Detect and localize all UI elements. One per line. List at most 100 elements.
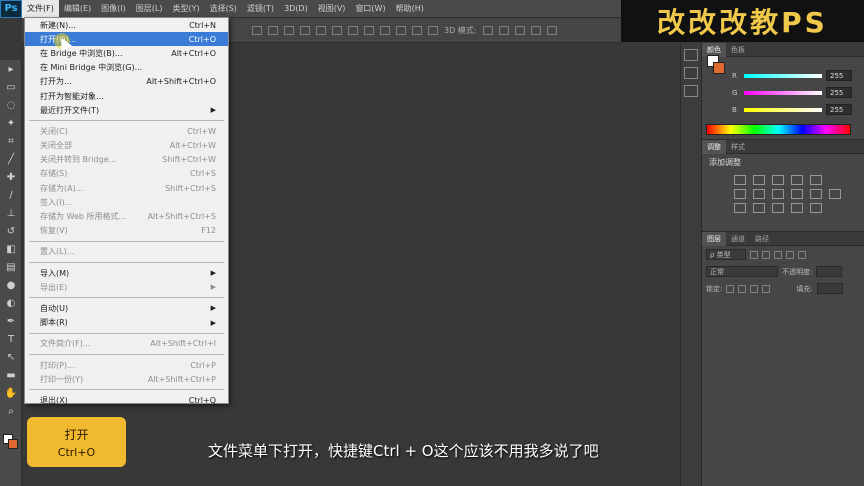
menu-item[interactable]: 编辑(E) (59, 0, 96, 18)
file-menu-item[interactable]: 打印一份(Y) Alt+Shift+Ctrl+P (25, 372, 228, 386)
align-middle-icon[interactable] (268, 25, 278, 35)
red-channel-value[interactable]: 255 (826, 70, 852, 81)
shape-tool-icon[interactable]: ▬ (0, 366, 22, 384)
file-menu-item[interactable]: 签入(I)... (25, 195, 228, 209)
file-menu-item[interactable]: 在 Mini Bridge 中浏览(G)... (25, 61, 228, 75)
properties-panel-icon[interactable] (684, 67, 698, 79)
file-menu-item[interactable]: 存储为 Web 所用格式... Alt+Shift+Ctrl+S (25, 209, 228, 223)
file-menu-item[interactable]: 最近打开文件(T) ▶ (25, 103, 228, 117)
filter-shape-icon[interactable] (786, 250, 794, 259)
distribute-right-icon[interactable] (428, 25, 438, 35)
align-bottom-icon[interactable] (284, 25, 294, 35)
file-menu-item[interactable]: 关闭全部 Alt+Ctrl+W (25, 139, 228, 153)
marquee-tool-icon[interactable]: ▭ (0, 78, 22, 96)
blue-channel-value[interactable]: 255 (826, 104, 852, 115)
lock-transparent-icon[interactable] (726, 284, 735, 293)
file-menu-item[interactable]: 打印(P)... Ctrl+P (25, 358, 228, 372)
blur-tool-icon[interactable]: ● (0, 276, 22, 294)
fill-input[interactable] (816, 283, 843, 294)
tab-channels[interactable]: 通道 (726, 232, 750, 246)
file-menu-item[interactable]: 文件简介(F)... Alt+Shift+Ctrl+I (25, 337, 228, 351)
menu-item[interactable]: 图像(I) (96, 0, 131, 18)
3d-scale-icon[interactable] (546, 25, 557, 35)
menu-item[interactable]: 滤镜(T) (242, 0, 279, 18)
menu-item[interactable]: 3D(D) (279, 0, 313, 18)
align-top-icon[interactable] (252, 25, 262, 35)
eraser-tool-icon[interactable]: ◧ (0, 240, 22, 258)
file-menu-item[interactable]: 打开为... Alt+Shift+Ctrl+O (25, 75, 228, 89)
black-white-icon[interactable] (772, 189, 784, 199)
file-menu-item[interactable]: 脚本(R) ▶ (25, 316, 228, 330)
tab-styles[interactable]: 样式 (726, 140, 750, 154)
levels-icon[interactable] (753, 175, 765, 185)
green-channel-value[interactable]: 255 (826, 87, 852, 98)
brightness-contrast-icon[interactable] (734, 175, 746, 185)
move-tool-icon[interactable]: ▸ (0, 60, 22, 78)
color-spectrum-ramp[interactable] (706, 124, 851, 135)
background-color-swatch[interactable] (8, 439, 18, 449)
menu-item[interactable]: 图层(L) (131, 0, 168, 18)
selective-color-icon[interactable] (791, 203, 803, 213)
distribute-left-icon[interactable] (396, 25, 406, 35)
menu-item[interactable]: 选择(S) (205, 0, 242, 18)
history-panel-icon[interactable] (684, 49, 698, 61)
crop-tool-icon[interactable]: ⌗ (0, 132, 22, 150)
color-panel-background-swatch[interactable] (713, 62, 725, 74)
distribute-bottom-icon[interactable] (380, 25, 390, 35)
file-menu-item[interactable]: 关闭(C) Ctrl+W (25, 124, 228, 138)
tab-adjustments[interactable]: 调整 (702, 139, 726, 154)
menu-item[interactable]: 文件(F) (22, 0, 59, 18)
posterize-icon[interactable] (753, 203, 765, 213)
menu-item[interactable]: 帮助(H) (391, 0, 429, 18)
filter-smart-object-icon[interactable] (798, 250, 806, 259)
invert-icon[interactable] (734, 203, 746, 213)
threshold-icon[interactable] (772, 203, 784, 213)
type-tool-icon[interactable]: T (0, 330, 22, 348)
zoom-tool-icon[interactable]: ⌕ (0, 402, 22, 420)
curves-icon[interactable] (772, 175, 784, 185)
file-menu-item[interactable]: 存储(S) Ctrl+S (25, 167, 228, 181)
pen-tool-icon[interactable]: ✒ (0, 312, 22, 330)
3d-pan-icon[interactable] (514, 25, 525, 35)
3d-roll-icon[interactable] (498, 25, 509, 35)
healing-brush-tool-icon[interactable]: ✚ (0, 168, 22, 186)
file-menu-item[interactable]: 关闭并转到 Bridge... Shift+Ctrl+W (25, 153, 228, 167)
menu-item[interactable]: 视图(V) (313, 0, 351, 18)
red-channel-slider[interactable] (744, 73, 822, 78)
blue-channel-slider[interactable] (744, 107, 822, 112)
info-panel-icon[interactable] (684, 85, 698, 97)
tab-paths[interactable]: 路径 (750, 232, 774, 246)
dodge-tool-icon[interactable]: ◐ (0, 294, 22, 312)
color-lookup-icon[interactable] (829, 189, 841, 199)
file-menu-item[interactable]: 存储为(A)... Shift+Ctrl+S (25, 181, 228, 195)
opacity-input[interactable] (816, 266, 843, 277)
color-balance-icon[interactable] (753, 189, 765, 199)
history-brush-tool-icon[interactable]: ↺ (0, 222, 22, 240)
quick-select-tool-icon[interactable]: ✦ (0, 114, 22, 132)
gradient-tool-icon[interactable]: ▤ (0, 258, 22, 276)
brush-tool-icon[interactable]: ∕ (0, 186, 22, 204)
layer-filter-select[interactable]: ρ 类型 (706, 249, 746, 260)
vibrance-icon[interactable] (810, 175, 822, 185)
distribute-middle-icon[interactable] (364, 25, 374, 35)
green-channel-slider[interactable] (744, 90, 822, 95)
photo-filter-icon[interactable] (791, 189, 803, 199)
distribute-top-icon[interactable] (348, 25, 358, 35)
distribute-center-icon[interactable] (412, 25, 422, 35)
blend-mode-select[interactable]: 正常 (706, 266, 778, 277)
file-menu-item[interactable]: 自动(U) ▶ (25, 301, 228, 315)
align-right-icon[interactable] (332, 25, 342, 35)
align-center-icon[interactable] (316, 25, 326, 35)
file-menu-item[interactable]: 打开为智能对象... (25, 89, 228, 103)
file-menu-item[interactable]: 新建(N)... Ctrl+N (25, 18, 228, 32)
menu-item[interactable]: 类型(Y) (167, 0, 204, 18)
3d-slide-icon[interactable] (530, 25, 541, 35)
filter-type-icon[interactable] (774, 250, 782, 259)
file-menu-item[interactable]: 恢复(V) F12 (25, 224, 228, 238)
path-select-tool-icon[interactable]: ↖ (0, 348, 22, 366)
hue-saturation-adjust-icon[interactable] (734, 189, 746, 199)
lock-pixels-icon[interactable] (738, 284, 747, 293)
align-left-icon[interactable] (300, 25, 310, 35)
lock-position-icon[interactable] (750, 284, 759, 293)
file-menu-item[interactable]: 导入(M) ▶ (25, 266, 228, 280)
